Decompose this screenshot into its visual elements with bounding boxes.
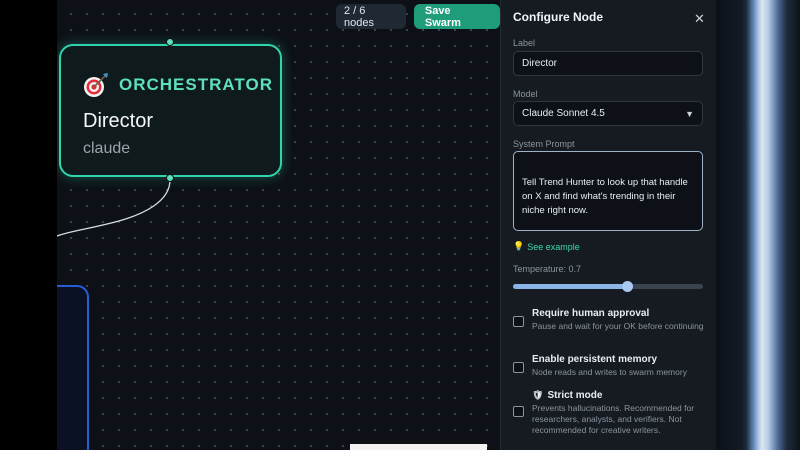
system-prompt-label: System Prompt bbox=[513, 139, 575, 149]
orchestrator-output-handle[interactable] bbox=[166, 174, 174, 182]
see-example-label: See example bbox=[527, 241, 580, 252]
option-title-text: Strict mode bbox=[547, 390, 603, 401]
save-swarm-button[interactable]: Save Swarm bbox=[413, 4, 500, 29]
configure-node-panel: Configure Node ✕ Label Director Model Cl… bbox=[500, 0, 716, 450]
label-field-label: Label bbox=[513, 38, 536, 48]
node-model: claude bbox=[83, 140, 131, 157]
node-header: ORCHESTRATOR bbox=[83, 72, 273, 98]
model-select[interactable]: Claude Sonnet 4.5 ▼ bbox=[513, 101, 703, 126]
persistent-memory-checkbox[interactable] bbox=[513, 362, 524, 373]
option-description: Node reads and writes to swarm memory bbox=[532, 367, 687, 377]
node-count-badge: 2 / 6 nodes bbox=[336, 4, 406, 29]
option-title: 🛡 Strict mode bbox=[532, 390, 602, 401]
option-description: Pause and wait for your OK before contin… bbox=[532, 321, 704, 331]
temperature-label: Temperature: 0.7 bbox=[513, 264, 582, 274]
system-prompt-text: Tell Trend Hunter to look up that handle… bbox=[522, 177, 688, 216]
swarm-canvas[interactable]: ORCHESTRATOR Director claude 2 / 6 nodes… bbox=[57, 0, 500, 450]
temperature-slider[interactable] bbox=[513, 281, 703, 292]
node-role: ORCHESTRATOR bbox=[119, 75, 273, 94]
system-prompt-textarea[interactable]: Tell Trend Hunter to look up that handle… bbox=[513, 151, 703, 231]
option-description: Prevents hallucinations. Recommended for… bbox=[532, 403, 695, 435]
edge-orchestrator bbox=[57, 179, 171, 237]
target-icon bbox=[84, 73, 108, 97]
background-window bbox=[716, 0, 800, 450]
require-approval-checkbox[interactable] bbox=[513, 316, 524, 327]
lightbulb-icon: 💡 bbox=[513, 241, 525, 251]
strict-mode-checkbox[interactable] bbox=[513, 406, 524, 417]
orchestrator-node[interactable]: ORCHESTRATOR Director claude bbox=[59, 44, 282, 177]
model-select-value: Claude Sonnet 4.5 bbox=[522, 108, 605, 119]
label-input[interactable]: Director bbox=[513, 51, 703, 76]
model-field-label: Model bbox=[513, 89, 538, 99]
option-title: Require human approval bbox=[532, 308, 650, 319]
close-icon[interactable]: ✕ bbox=[694, 11, 705, 27]
agent-node[interactable] bbox=[57, 285, 89, 450]
slider-fill bbox=[513, 284, 627, 289]
see-example-link[interactable]: 💡 See example bbox=[513, 241, 580, 252]
canvas-toolbar: 2 / 6 nodes Save Swarm bbox=[336, 4, 500, 29]
bottom-bar bbox=[350, 444, 487, 450]
slider-thumb[interactable] bbox=[621, 281, 633, 292]
chevron-down-icon: ▼ bbox=[685, 108, 694, 119]
node-name: Director bbox=[83, 110, 154, 132]
orchestrator-input-handle[interactable] bbox=[166, 38, 174, 46]
shield-icon: 🛡 bbox=[532, 390, 544, 400]
option-title: Enable persistent memory bbox=[532, 354, 658, 365]
panel-title: Configure Node bbox=[513, 10, 603, 24]
